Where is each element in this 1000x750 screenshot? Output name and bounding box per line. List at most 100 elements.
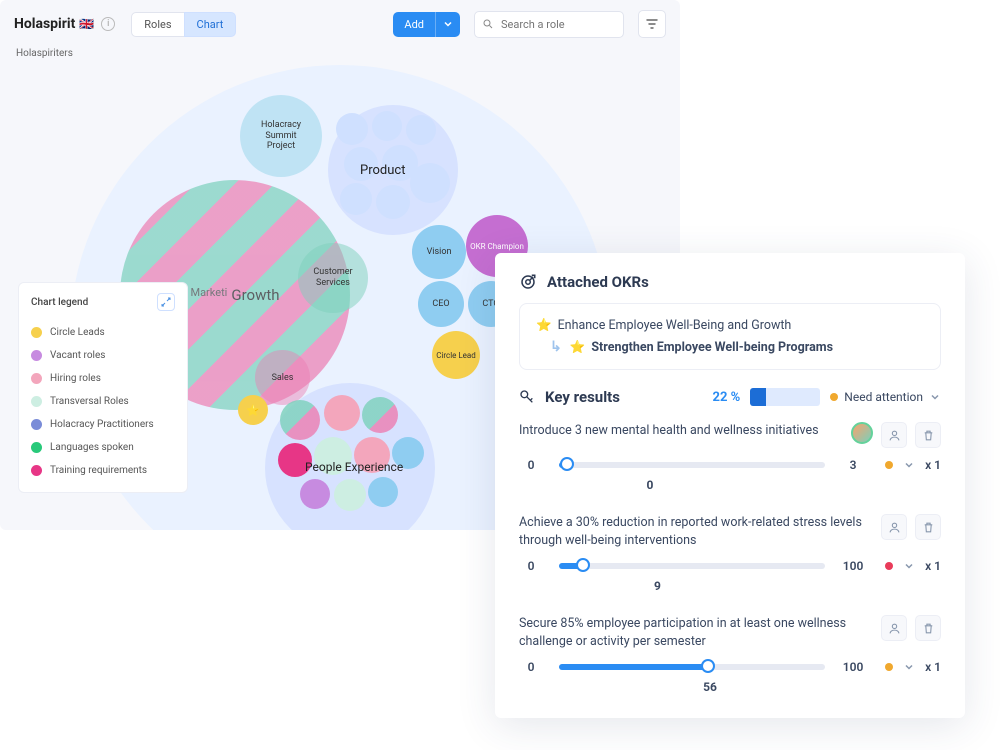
- search-input[interactable]: [474, 11, 624, 38]
- circle-star-icon[interactable]: ⭐: [238, 395, 268, 425]
- person-icon: [888, 521, 901, 534]
- search-icon: [482, 18, 494, 30]
- circle-product-sub3[interactable]: [406, 115, 436, 145]
- circle-pe-sub8[interactable]: [300, 479, 330, 509]
- kr-percent: 22 %: [713, 390, 741, 405]
- chevron-down-icon[interactable]: [903, 560, 915, 572]
- legend-item[interactable]: Holacracy Practitioners: [31, 413, 175, 436]
- chart-legend: Chart legend Circle Leads Vacant roles H…: [18, 282, 188, 493]
- legend-dot-icon: [31, 419, 42, 430]
- person-icon: [888, 622, 901, 635]
- delete-button[interactable]: [915, 615, 941, 641]
- status-dot-icon: [830, 393, 838, 401]
- circle-pe-sub1[interactable]: [280, 400, 320, 440]
- legend-item[interactable]: Circle Leads: [31, 321, 175, 344]
- breadcrumb[interactable]: Holaspiriters: [0, 48, 680, 65]
- circle-ceo[interactable]: CEO: [418, 281, 464, 327]
- kr-multiplier: x 1: [925, 660, 941, 674]
- kr-max: 100: [841, 660, 865, 674]
- circle-product-sub7[interactable]: [376, 185, 410, 219]
- search-wrap: [474, 11, 624, 38]
- circle-circlelead[interactable]: Circle Lead: [432, 331, 480, 379]
- trash-icon: [922, 521, 935, 534]
- kr-multiplier: x 1: [925, 458, 941, 472]
- chevron-down-icon[interactable]: [929, 391, 941, 403]
- flag-icon: 🇬🇧: [79, 17, 94, 31]
- kr-slider[interactable]: [559, 563, 825, 569]
- circle-growth-label: Growth: [231, 286, 279, 304]
- legend-item[interactable]: Training requirements: [31, 459, 175, 482]
- kr-min: 0: [519, 559, 543, 573]
- status-dot-icon: [885, 562, 893, 570]
- attached-okrs-header: Attached OKRs: [519, 273, 941, 291]
- key-result: Achieve a 30% reduction in reported work…: [519, 514, 941, 593]
- trash-icon: [922, 622, 935, 635]
- delete-button[interactable]: [915, 514, 941, 540]
- chevron-down-icon[interactable]: [903, 661, 915, 673]
- circle-product-sub6[interactable]: [340, 183, 372, 215]
- circle-pe-sub2[interactable]: [324, 395, 360, 431]
- kr-status[interactable]: Need attention: [830, 390, 941, 404]
- kr-progress-bar: [750, 388, 820, 406]
- assignee-button[interactable]: [881, 615, 907, 641]
- connector-icon: ↳: [550, 339, 562, 355]
- circle-product-label: Product: [360, 163, 405, 178]
- okr-parent[interactable]: ⭐ Enhance Employee Well-Being and Growth: [536, 318, 924, 333]
- key-result: Introduce 3 new mental health and wellne…: [519, 422, 941, 492]
- legend-dot-icon: [31, 465, 42, 476]
- circle-pe-sub3[interactable]: [362, 397, 398, 433]
- app-name: Holaspirit: [14, 16, 75, 32]
- circle-vision[interactable]: Vision: [412, 225, 466, 279]
- status-dot-icon: [885, 461, 893, 469]
- circle-people-experience-label: People Experience: [305, 460, 403, 474]
- avatar[interactable]: [851, 422, 873, 444]
- tab-roles[interactable]: Roles: [131, 12, 184, 37]
- circle-customer-services[interactable]: Customer Services: [298, 243, 368, 313]
- filter-button[interactable]: [638, 10, 666, 38]
- kr-title: Introduce 3 new mental health and wellne…: [519, 422, 843, 448]
- kr-max: 3: [841, 458, 865, 472]
- circle-product-sub8[interactable]: [410, 163, 450, 203]
- legend-item[interactable]: Hiring roles: [31, 367, 175, 390]
- chevron-down-icon[interactable]: [903, 459, 915, 471]
- circle-product-sub2[interactable]: [372, 111, 402, 141]
- kr-slider[interactable]: [559, 462, 825, 468]
- kr-title: Secure 85% employee participation in at …: [519, 615, 873, 650]
- legend-dot-icon: [31, 327, 42, 338]
- view-toggle: Roles Chart: [131, 12, 236, 37]
- circle-marketing-label: Marketi: [190, 286, 227, 304]
- kr-multiplier: x 1: [925, 559, 941, 573]
- add-button[interactable]: Add: [393, 12, 435, 37]
- legend-item[interactable]: Languages spoken: [31, 436, 175, 459]
- legend-expand-icon[interactable]: [157, 293, 175, 311]
- key-result: Secure 85% employee participation in at …: [519, 615, 941, 694]
- legend-item[interactable]: Vacant roles: [31, 344, 175, 367]
- target-icon: [519, 273, 537, 291]
- assignee-button[interactable]: [881, 422, 907, 448]
- filter-icon: [646, 18, 658, 30]
- kr-min: 0: [519, 660, 543, 674]
- kr-value: 9: [374, 579, 941, 593]
- legend-item[interactable]: Transversal Roles: [31, 390, 175, 413]
- okr-hierarchy: ⭐ Enhance Employee Well-Being and Growth…: [519, 303, 941, 370]
- kr-min: 0: [519, 458, 543, 472]
- tab-chart[interactable]: Chart: [184, 12, 237, 37]
- kr-slider[interactable]: [559, 664, 825, 670]
- kr-value: 0: [359, 478, 941, 492]
- app-title: Holaspirit 🇬🇧 i: [14, 16, 115, 32]
- circle-holacracy-summit[interactable]: Holacracy Summit Project: [240, 95, 322, 177]
- info-icon[interactable]: i: [101, 17, 115, 31]
- legend-dot-icon: [31, 373, 42, 384]
- assignee-button[interactable]: [881, 514, 907, 540]
- add-dropdown[interactable]: [435, 12, 460, 37]
- circle-product-sub1[interactable]: [336, 113, 368, 145]
- kr-value: 56: [479, 680, 941, 694]
- key-results-header: Key results 22 % Need attention: [519, 388, 941, 406]
- person-icon: [888, 429, 901, 442]
- legend-dot-icon: [31, 396, 42, 407]
- delete-button[interactable]: [915, 422, 941, 448]
- okr-child[interactable]: ↳ ⭐ Strengthen Employee Well-being Progr…: [550, 339, 924, 355]
- legend-dot-icon: [31, 442, 42, 453]
- topbar: Holaspirit 🇬🇧 i Roles Chart Add: [0, 0, 680, 48]
- star-icon: ⭐: [536, 318, 552, 333]
